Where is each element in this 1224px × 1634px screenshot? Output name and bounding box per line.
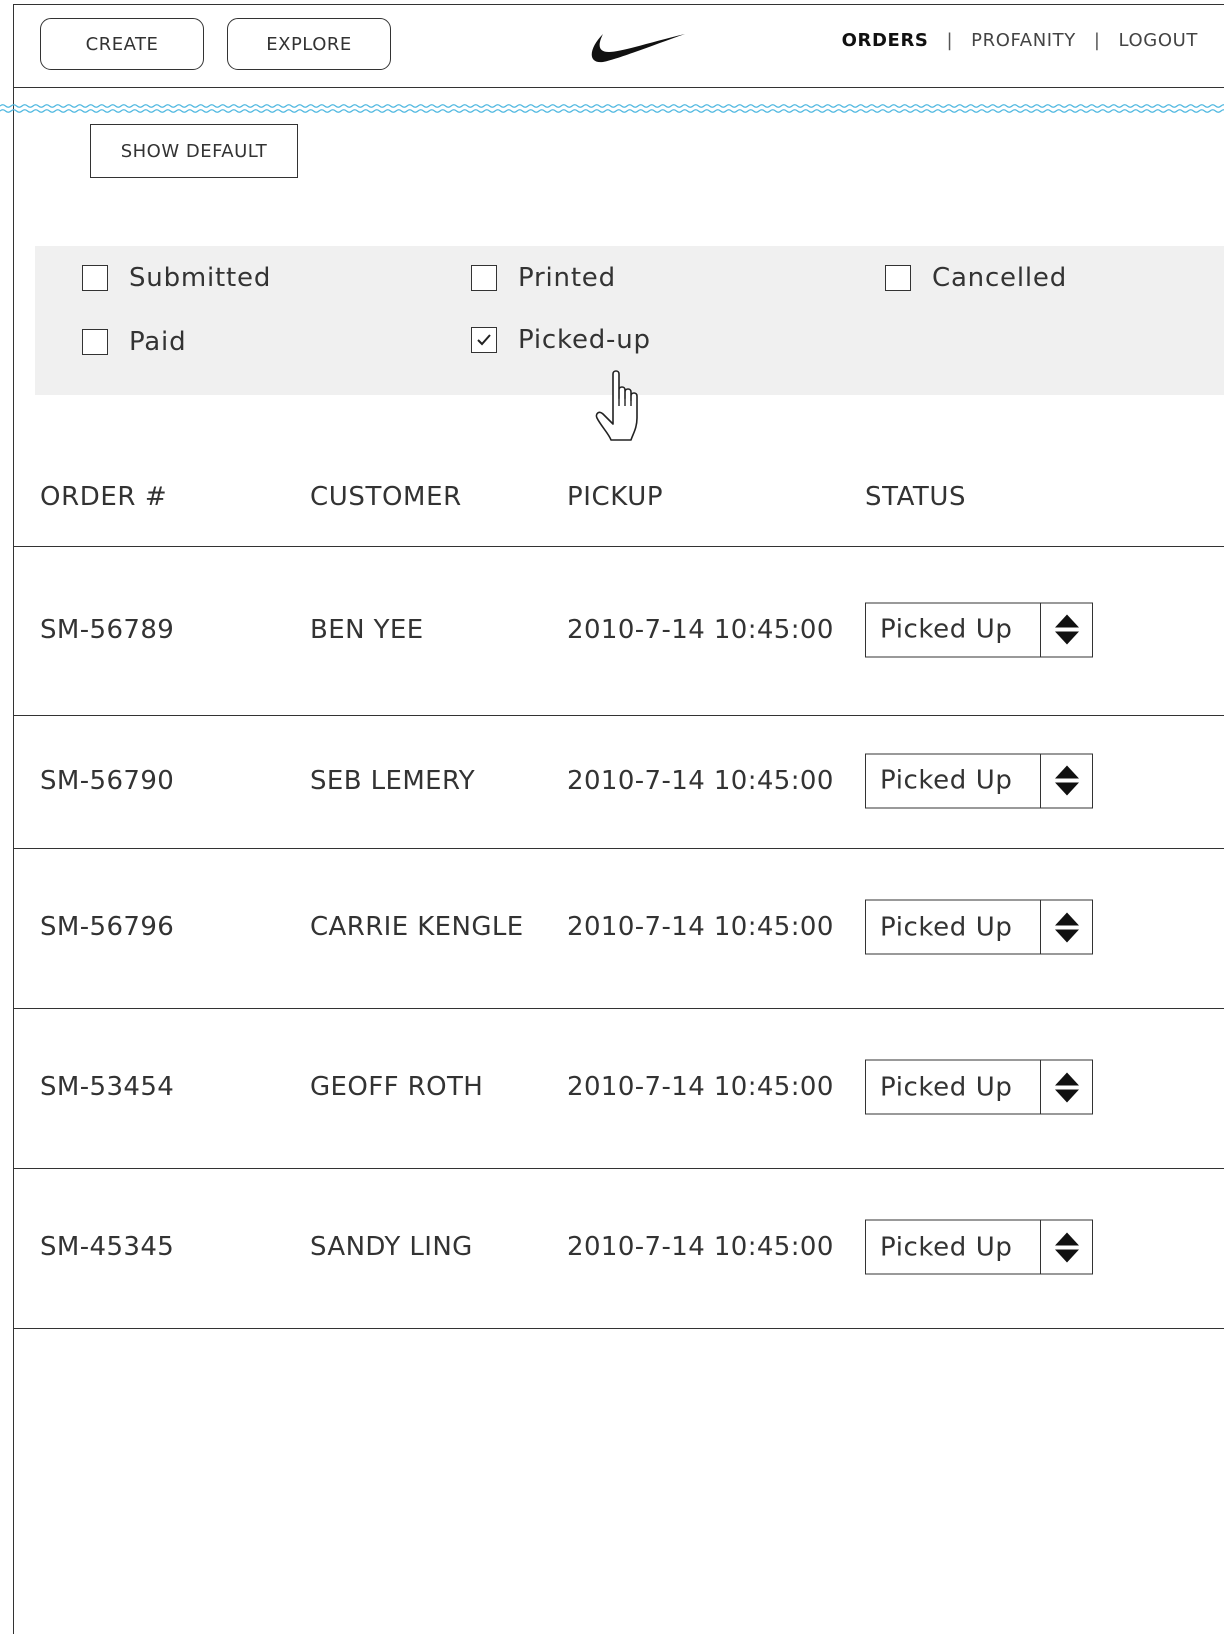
status-select[interactable]: Picked Up [865, 753, 1093, 808]
pickup-time-cell: 2010-7-14 10:45:00 [567, 912, 834, 942]
show-default-button[interactable]: SHOW DEFAULT [90, 124, 298, 178]
column-header-status[interactable]: STATUS [865, 482, 966, 512]
nav-profanity-link[interactable]: PROFANITY [971, 30, 1076, 51]
wavy-divider [0, 104, 1224, 113]
checkmark-icon [477, 334, 491, 346]
orders-table-header: ORDER # CUSTOMER PICKUP STATUS [13, 470, 1224, 547]
status-select-value: Picked Up [880, 765, 1013, 796]
filter-picked-up[interactable]: Picked-up [471, 325, 651, 355]
filter-cancelled[interactable]: Cancelled [885, 263, 1067, 293]
up-down-arrows-icon[interactable] [1040, 900, 1092, 954]
status-select[interactable]: Picked Up [865, 602, 1093, 657]
checkbox-checked[interactable] [471, 327, 497, 353]
status-select[interactable]: Picked Up [865, 1219, 1093, 1275]
pickup-time-cell: 2010-7-14 10:45:00 [567, 765, 834, 796]
customer-name-cell: BEN YEE [310, 614, 424, 645]
pickup-time-cell: 2010-7-14 10:45:00 [567, 614, 834, 645]
table-row[interactable]: SM-56790 SEB LEMERY 2010-7-14 10:45:00 Pick… [13, 716, 1224, 849]
filter-paid[interactable]: Paid [82, 327, 186, 357]
checkbox[interactable] [82, 265, 108, 291]
status-select[interactable]: Picked Up [865, 899, 1093, 955]
filter-label: Printed [518, 263, 616, 293]
order-number-cell: SM-56796 [40, 912, 175, 942]
order-number-cell: SM-56789 [40, 614, 175, 645]
nav-separator: | [1093, 30, 1101, 51]
filter-label: Cancelled [932, 263, 1068, 293]
filter-label: Paid [129, 327, 187, 357]
create-button[interactable]: CREATE [40, 18, 204, 70]
nav-separator: | [946, 30, 954, 51]
status-select-value: Picked Up [880, 1072, 1013, 1102]
customer-name-cell: CARRIE KENGLE [310, 912, 524, 942]
table-row[interactable]: SM-56796 CARRIE KENGLE 2010-7-14 10:45:00 P… [13, 849, 1224, 1009]
nav-orders-link[interactable]: ORDERS [842, 30, 929, 51]
checkbox[interactable] [885, 265, 911, 291]
status-select[interactable]: Picked Up [865, 1059, 1093, 1115]
table-row[interactable]: SM-56789 BEN YEE 2010-7-14 10:45:00 Picked … [13, 547, 1224, 716]
top-header: CREATE EXPLORE ORDERS | PROFANITY | LOGO… [13, 4, 1224, 88]
pickup-time-cell: 2010-7-14 10:45:00 [567, 1232, 834, 1262]
table-row[interactable]: SM-53454 GEOFF ROTH 2010-7-14 10:45:00 Pick… [13, 1009, 1224, 1169]
filter-printed[interactable]: Printed [471, 263, 616, 293]
pickup-time-cell: 2010-7-14 10:45:00 [567, 1072, 834, 1102]
up-down-arrows-icon[interactable] [1040, 1220, 1092, 1274]
customer-name-cell: SEB LEMERY [310, 765, 476, 796]
order-number-cell: SM-45345 [40, 1232, 175, 1262]
table-row[interactable]: SM-45345 SANDY LING 2010-7-14 10:45:00 Pick… [13, 1169, 1224, 1329]
explore-button[interactable]: EXPLORE [227, 18, 391, 70]
status-select-value: Picked Up [880, 1232, 1013, 1262]
nav-logout-link[interactable]: LOGOUT [1119, 30, 1198, 51]
nike-swoosh-icon[interactable] [581, 22, 687, 70]
status-select-value: Picked Up [880, 912, 1013, 942]
customer-name-cell: SANDY LING [310, 1232, 473, 1262]
checkbox[interactable] [471, 265, 497, 291]
column-header-customer[interactable]: CUSTOMER [310, 482, 462, 512]
customer-name-cell: GEOFF ROTH [310, 1072, 484, 1102]
checkbox[interactable] [82, 329, 108, 355]
up-down-arrows-icon[interactable] [1040, 603, 1092, 656]
order-number-cell: SM-56790 [40, 765, 175, 796]
status-select-value: Picked Up [880, 614, 1013, 645]
hand-pointer-cursor-icon [595, 370, 638, 441]
column-header-order[interactable]: ORDER # [40, 482, 167, 512]
top-nav: ORDERS | PROFANITY | LOGOUT [842, 30, 1198, 51]
filter-label: Picked-up [518, 325, 651, 355]
filter-label: Submitted [129, 263, 272, 293]
filter-submitted[interactable]: Submitted [82, 263, 271, 293]
up-down-arrows-icon[interactable] [1040, 754, 1092, 807]
column-header-pickup[interactable]: PICKUP [567, 482, 663, 512]
up-down-arrows-icon[interactable] [1040, 1060, 1092, 1114]
order-number-cell: SM-53454 [40, 1072, 175, 1102]
